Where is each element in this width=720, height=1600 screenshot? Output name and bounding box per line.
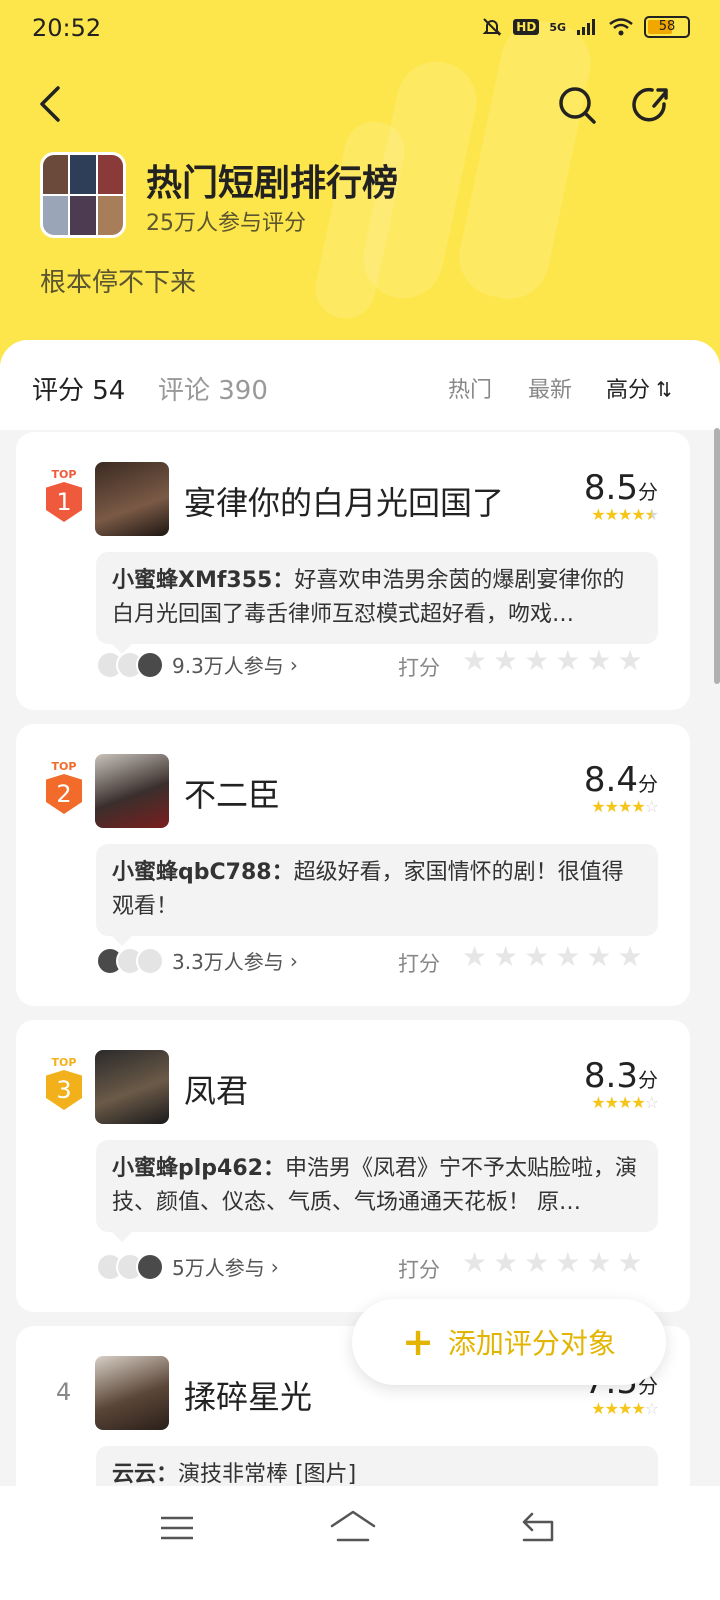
rank-number: 4 xyxy=(56,1378,72,1406)
rank-number: 2 xyxy=(46,774,82,814)
sort-newest[interactable]: 最新 xyxy=(528,372,572,404)
rate-label: 打分 xyxy=(398,656,440,680)
score-value: 8.5 xyxy=(583,468,638,508)
score-block: 8.3分 ★★★★☆ xyxy=(583,1056,659,1112)
avatar xyxy=(136,650,164,679)
avatar-group xyxy=(96,650,164,679)
score-stars: ★★★★★ xyxy=(591,505,659,524)
scrollbar[interactable] xyxy=(714,428,720,684)
score-stars: ★★★★☆ xyxy=(591,797,659,816)
participants-count: 3.3万人参与 xyxy=(172,950,284,974)
avatar-group xyxy=(96,946,164,975)
rate-stars-input[interactable]: ★★★★★★ xyxy=(462,644,649,677)
drama-title[interactable]: 不二臣 xyxy=(184,770,280,816)
commenter-name: 小蜜蜂XMf355： xyxy=(112,568,295,593)
score-value: 8.3 xyxy=(583,1056,638,1096)
rank-number: 3 xyxy=(46,1070,82,1110)
score-unit: 分 xyxy=(638,1068,658,1092)
commenter-name: 小蜜蜂qbC788： xyxy=(112,860,294,885)
score-block: 8.4分 ★★★★☆ xyxy=(583,760,659,816)
share-icon[interactable] xyxy=(630,84,672,126)
score-stars: ★★★★☆ xyxy=(591,1093,659,1112)
rate-stars-input[interactable]: ★★★★★★ xyxy=(462,1246,649,1279)
rank-card-3[interactable]: TOP 3 凤君 8.3分 ★★★★☆ 小蜜蜂plp462：申浩男《凤君》宁不予… xyxy=(16,1020,690,1312)
participants-count: 5万人参与 xyxy=(172,1256,265,1280)
tab-rating[interactable]: 评分 54 xyxy=(32,370,125,407)
participants-link[interactable]: 3.3万人参与 › xyxy=(96,946,298,975)
tab-bar: 评分 54 评论 390 热门 最新 高分 xyxy=(0,340,720,430)
commenter-name: 小蜜蜂plp462： xyxy=(112,1156,285,1181)
system-nav-bar xyxy=(0,1486,720,1600)
battery-level: 58 xyxy=(658,19,676,34)
top-comment[interactable]: 小蜜蜂XMf355：好喜欢申浩男余茵的爆剧宴律你的白月光回国了毒舌律师互怼模式超… xyxy=(96,552,658,654)
top-label: TOP xyxy=(51,468,77,481)
score-value: 8.4 xyxy=(583,760,638,800)
rank-number: 1 xyxy=(46,482,82,522)
sort-high-score[interactable]: 高分 xyxy=(606,372,671,404)
top-comment[interactable]: 小蜜蜂plp462：申浩男《凤君》宁不予太贴脸啦，演技、颜值、仪态、气质、气场通… xyxy=(96,1140,658,1242)
rate-label: 打分 xyxy=(398,952,440,976)
mute-icon xyxy=(482,18,502,36)
avatar xyxy=(136,1252,164,1281)
score-unit: 分 xyxy=(638,480,658,504)
top-label: TOP xyxy=(51,1056,77,1069)
drama-poster[interactable] xyxy=(95,462,169,536)
rank-card-2[interactable]: TOP 2 不二臣 8.4分 ★★★★☆ 小蜜蜂qbC788：超级好看，家国情怀… xyxy=(16,724,690,1006)
chevron-right-icon: › xyxy=(289,948,298,973)
drama-title[interactable]: 揉碎星光 xyxy=(184,1372,312,1418)
commenter-name: 云云： xyxy=(112,1462,179,1487)
participants-link[interactable]: 9.3万人参与 › xyxy=(96,650,298,679)
rank-badge-2: TOP 2 xyxy=(44,760,84,816)
rate-label: 打分 xyxy=(398,1258,440,1282)
score-unit: 分 xyxy=(638,772,658,796)
home-icon[interactable] xyxy=(328,1508,378,1546)
return-icon[interactable] xyxy=(518,1510,558,1544)
hd-icon: HD xyxy=(513,19,540,35)
drama-poster[interactable] xyxy=(95,754,169,828)
battery-icon: 58 xyxy=(644,16,690,38)
score-block: 8.5分 ★★★★★ xyxy=(583,468,659,524)
participants-link[interactable]: 5万人参与 › xyxy=(96,1252,279,1281)
score-stars: ★★★★☆ xyxy=(591,1399,659,1418)
add-rating-target-label: 添加评分对象 xyxy=(447,1327,616,1360)
participants-count: 25万人参与评分 xyxy=(146,211,306,236)
comment-text: 演技非常棒 [图片] xyxy=(178,1462,357,1487)
signal-icon xyxy=(577,19,595,35)
sort-icon xyxy=(657,380,671,398)
network-type: 5G xyxy=(549,20,566,34)
top-label: TOP xyxy=(51,760,77,773)
sort-high-label: 高分 xyxy=(606,378,651,403)
plus-icon: + xyxy=(402,1320,434,1364)
list-cover xyxy=(40,152,126,238)
drama-title[interactable]: 凤君 xyxy=(184,1066,248,1112)
status-bar: 20:52 HD 5G 58 xyxy=(0,0,720,56)
page-title: 热门短剧排行榜 xyxy=(146,163,399,204)
rank-badge-3: TOP 3 xyxy=(44,1056,84,1112)
back-icon[interactable] xyxy=(30,82,70,126)
top-comment[interactable]: 小蜜蜂qbC788：超级好看，家国情怀的剧！很值得观看！ xyxy=(96,844,658,946)
avatar xyxy=(136,946,164,975)
page-subtitle: 根本停不下来 xyxy=(40,268,197,298)
drama-poster[interactable] xyxy=(95,1050,169,1124)
rate-stars-input[interactable]: ★★★★★★ xyxy=(462,940,649,973)
rank-card-1[interactable]: TOP 1 宴律你的白月光回国了 8.5分 ★★★★★ 小蜜蜂XMf355：好喜… xyxy=(16,432,690,710)
tab-comments[interactable]: 评论 390 xyxy=(158,370,268,407)
drama-title[interactable]: 宴律你的白月光回国了 xyxy=(184,478,504,524)
menu-icon[interactable] xyxy=(158,1512,196,1544)
search-icon[interactable] xyxy=(556,84,598,126)
chevron-right-icon: › xyxy=(289,652,298,677)
participants-count: 9.3万人参与 xyxy=(172,654,284,678)
chevron-right-icon: › xyxy=(270,1254,279,1279)
sort-hot[interactable]: 热门 xyxy=(448,372,492,404)
drama-poster[interactable] xyxy=(95,1356,169,1430)
avatar-group xyxy=(96,1252,164,1281)
status-time: 20:52 xyxy=(32,14,102,42)
add-rating-target-button[interactable]: + 添加评分对象 xyxy=(352,1299,666,1385)
rank-badge-1: TOP 1 xyxy=(44,468,84,524)
wifi-icon xyxy=(609,18,633,36)
